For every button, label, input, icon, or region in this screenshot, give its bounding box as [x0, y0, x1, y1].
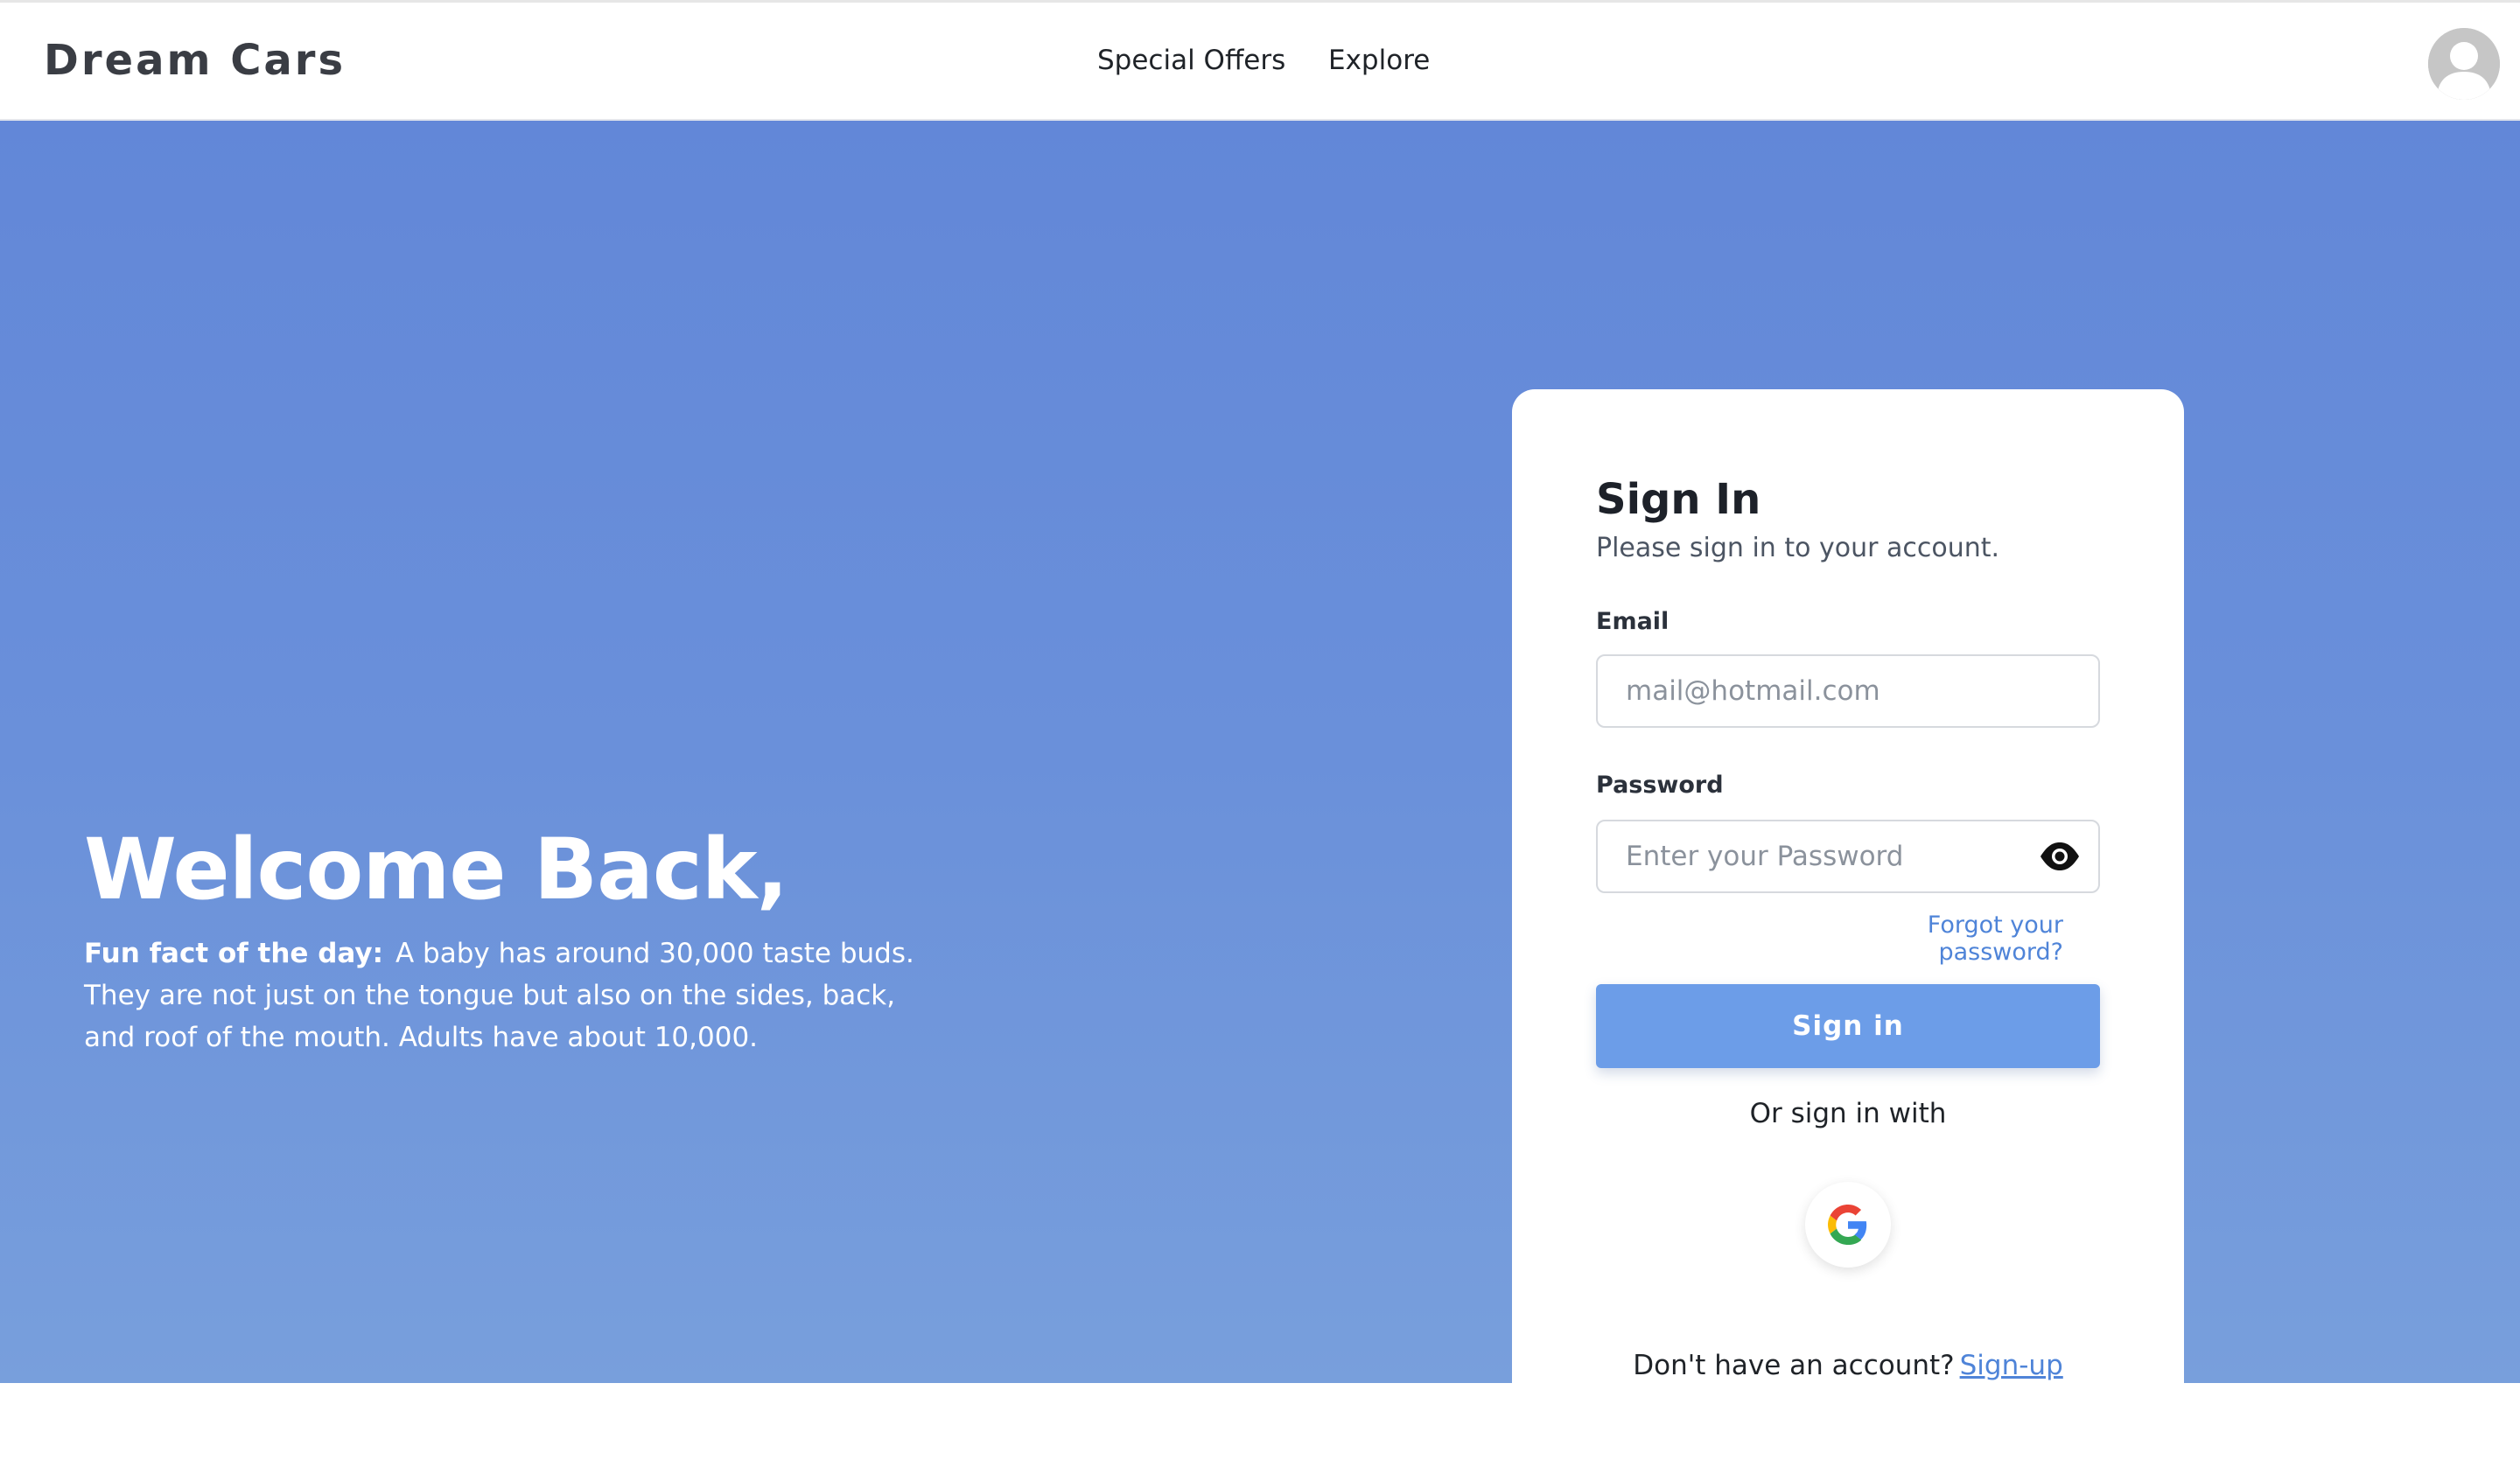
google-signin-button[interactable] — [1805, 1182, 1891, 1268]
fun-fact: Fun fact of the day: A baby has around 30… — [84, 933, 942, 1058]
brand-logo[interactable]: Dream Cars — [44, 36, 346, 85]
email-label: Email — [1596, 608, 1670, 635]
user-avatar-icon[interactable] — [2428, 28, 2500, 100]
forgot-password-link[interactable]: Forgot your password? — [1810, 912, 2063, 966]
signin-title: Sign In — [1596, 475, 1761, 524]
password-field[interactable] — [1596, 820, 2100, 893]
nav-explore[interactable]: Explore — [1328, 45, 1430, 76]
hero-section: Welcome Back, Fun fact of the day: A baby… — [0, 121, 2520, 1474]
signup-link[interactable]: Sign-up — [1960, 1350, 2063, 1381]
top-navbar: Dream Cars Special Offers Explore — [0, 0, 2520, 121]
signin-card: Sign In Please sign in to your account. … — [1512, 389, 2184, 1474]
fun-fact-label: Fun fact of the day: — [84, 938, 383, 969]
sign-in-button[interactable]: Sign in — [1596, 984, 2100, 1068]
no-account-text: Don't have an account? — [1633, 1350, 1955, 1381]
google-icon — [1828, 1205, 1867, 1245]
email-field[interactable] — [1596, 654, 2100, 728]
password-label: Password — [1596, 772, 1724, 799]
nav-special-offers[interactable]: Special Offers — [1097, 45, 1285, 76]
signup-prompt: Don't have an account? Sign-up — [1512, 1350, 2184, 1381]
or-sign-in-with-text: Or sign in with — [1749, 1098, 1947, 1129]
signin-subtitle: Please sign in to your account. — [1596, 533, 2000, 563]
welcome-heading: Welcome Back, — [84, 821, 788, 919]
show-password-eye-icon[interactable] — [2039, 841, 2081, 872]
